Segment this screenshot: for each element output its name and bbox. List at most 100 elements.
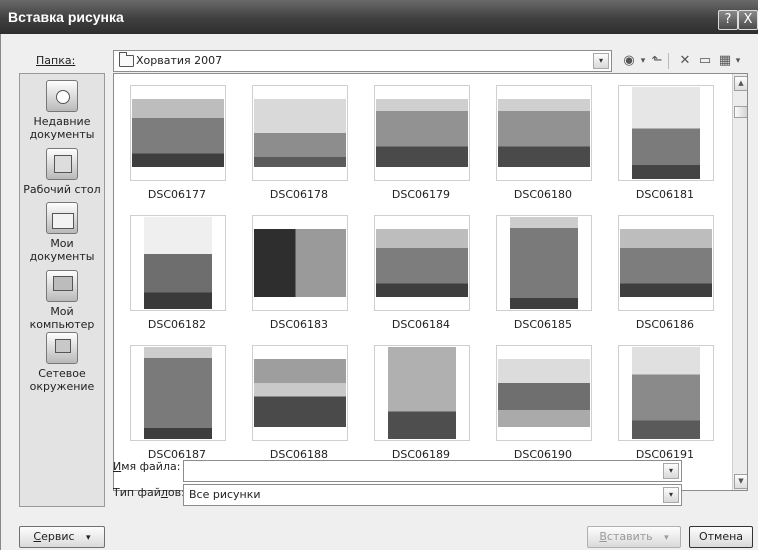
place-label: Мои документы [29, 237, 95, 263]
place-label: Сетевое окружение [29, 367, 95, 393]
delete-icon[interactable]: ✕ [677, 53, 693, 69]
cancel-button[interactable]: Отмена [689, 526, 753, 548]
file-item[interactable]: DSC06179 [366, 78, 470, 202]
filename-input[interactable]: ▾ [183, 460, 682, 482]
folder-combo[interactable]: Хорватия 2007 ▾ [113, 50, 612, 72]
window-title: Вставка рисунка [8, 9, 124, 25]
thumbnail-image [618, 345, 714, 441]
photo-image [498, 359, 590, 427]
service-button[interactable]: Сервис ▾ [19, 526, 105, 548]
new-folder-icon[interactable]: ▭ [697, 53, 713, 69]
place-my-computer[interactable]: Мой компьютер [20, 270, 104, 331]
photo-image [498, 99, 590, 167]
photo-image [254, 359, 346, 427]
photo-image [376, 229, 468, 297]
photo-image [144, 347, 212, 439]
thumbnail-image [496, 215, 592, 311]
scroll-up-button[interactable]: ▲ [734, 76, 747, 91]
file-list[interactable]: DSC06177 DSC06178 DSC06179 DSC06180 DSC06181… [113, 73, 748, 491]
file-name-label: DSC06186 [635, 318, 695, 331]
place-my-documents[interactable]: Мои документы [20, 202, 104, 263]
file-name-label: DSC06182 [147, 318, 207, 331]
photo-image [132, 99, 224, 167]
file-name-label: DSC06179 [391, 188, 451, 201]
thumbnail-image [130, 215, 226, 311]
file-name-label: DSC06180 [513, 188, 573, 201]
chevron-down-icon[interactable]: ▾ [663, 463, 679, 479]
places-bar: Недавние документы Рабочий стол Мои доку… [19, 73, 105, 507]
thumbnail-image [618, 215, 714, 311]
file-item[interactable]: DSC06181 [610, 78, 714, 202]
photo-image [632, 347, 700, 439]
place-label: Мой компьютер [29, 305, 95, 331]
file-item[interactable]: DSC06186 [610, 208, 714, 332]
file-item[interactable]: DSC06184 [366, 208, 470, 332]
views-icon[interactable]: ▦ [717, 53, 733, 69]
thumbnail-image [130, 85, 226, 181]
file-name-label: DSC06184 [391, 318, 451, 331]
thumbnail-image [252, 215, 348, 311]
photo-image [632, 87, 700, 179]
photo-image [620, 229, 712, 297]
network-icon [46, 332, 78, 364]
file-item[interactable]: DSC06187 [122, 338, 226, 462]
place-recent-documents[interactable]: Недавние документы [20, 80, 104, 141]
folder-label: Папка: [36, 54, 76, 67]
thumbnail-image [496, 345, 592, 441]
chevron-down-icon: ▾ [664, 533, 669, 543]
photo-image [144, 217, 212, 309]
help-button[interactable]: ? [718, 10, 738, 30]
file-name-label: DSC06181 [635, 188, 695, 201]
file-item[interactable]: DSC06182 [122, 208, 226, 332]
file-item[interactable]: DSC06177 [122, 78, 226, 202]
views-dropdown-icon[interactable]: ▾ [733, 53, 743, 69]
photo-image [388, 347, 456, 439]
file-name-label: DSC06177 [147, 188, 207, 201]
file-item[interactable]: DSC06178 [244, 78, 348, 202]
place-label: Рабочий стол [23, 183, 101, 196]
place-desktop[interactable]: Рабочий стол [20, 148, 104, 196]
thumbnail-image [374, 345, 470, 441]
file-item[interactable]: DSC06180 [488, 78, 592, 202]
title-bar: Вставка рисунка ? X [0, 0, 758, 34]
photo-image [254, 99, 346, 167]
folder-icon [119, 52, 134, 67]
file-item[interactable]: DSC06190 [488, 338, 592, 462]
filetype-label: Тип файлов: [113, 486, 185, 499]
photo-image [376, 99, 468, 167]
thumbnail-image [130, 345, 226, 441]
filename-label: Имя файла: [113, 460, 181, 473]
thumbnail-image [252, 85, 348, 181]
file-item[interactable]: DSC06191 [610, 338, 714, 462]
scroll-thumb[interactable] [734, 106, 747, 118]
toolbar-divider [668, 53, 670, 69]
folder-value: Хорватия 2007 [136, 54, 223, 67]
file-item[interactable]: DSC06188 [244, 338, 348, 462]
file-name-label: DSC06183 [269, 318, 329, 331]
thumbnail-image [374, 85, 470, 181]
photo-image [254, 229, 346, 297]
chevron-down-icon[interactable]: ▾ [593, 53, 609, 69]
scroll-down-button[interactable]: ▼ [734, 474, 747, 489]
insert-button[interactable]: Вставить ▾ [587, 526, 681, 548]
thumbnail-image [374, 215, 470, 311]
place-label: Недавние документы [29, 115, 95, 141]
file-item[interactable]: DSC06183 [244, 208, 348, 332]
filetype-value: Все рисунки [189, 488, 261, 501]
clock-document-icon [46, 80, 78, 112]
vertical-scrollbar[interactable]: ▲ ▼ [732, 74, 747, 490]
file-name-label: DSC06178 [269, 188, 329, 201]
file-item[interactable]: DSC06185 [488, 208, 592, 332]
filetype-select[interactable]: Все рисунки ▾ [183, 484, 682, 506]
chevron-down-icon[interactable]: ▾ [663, 487, 679, 503]
file-item[interactable]: DSC06189 [366, 338, 470, 462]
insert-picture-dialog: Папка: Хорватия 2007 ▾ ◉ ▾ ⬑ ✕ ▭ ▦ ▾ Нед… [0, 34, 758, 550]
thumbnail-image [252, 345, 348, 441]
file-name-label: DSC06185 [513, 318, 573, 331]
up-folder-icon[interactable]: ⬑ [649, 53, 665, 69]
place-network[interactable]: Сетевое окружение [20, 332, 104, 393]
thumbnail-image [496, 85, 592, 181]
close-button[interactable]: X [738, 10, 758, 30]
thumbnail-image [618, 85, 714, 181]
desktop-icon [46, 148, 78, 180]
